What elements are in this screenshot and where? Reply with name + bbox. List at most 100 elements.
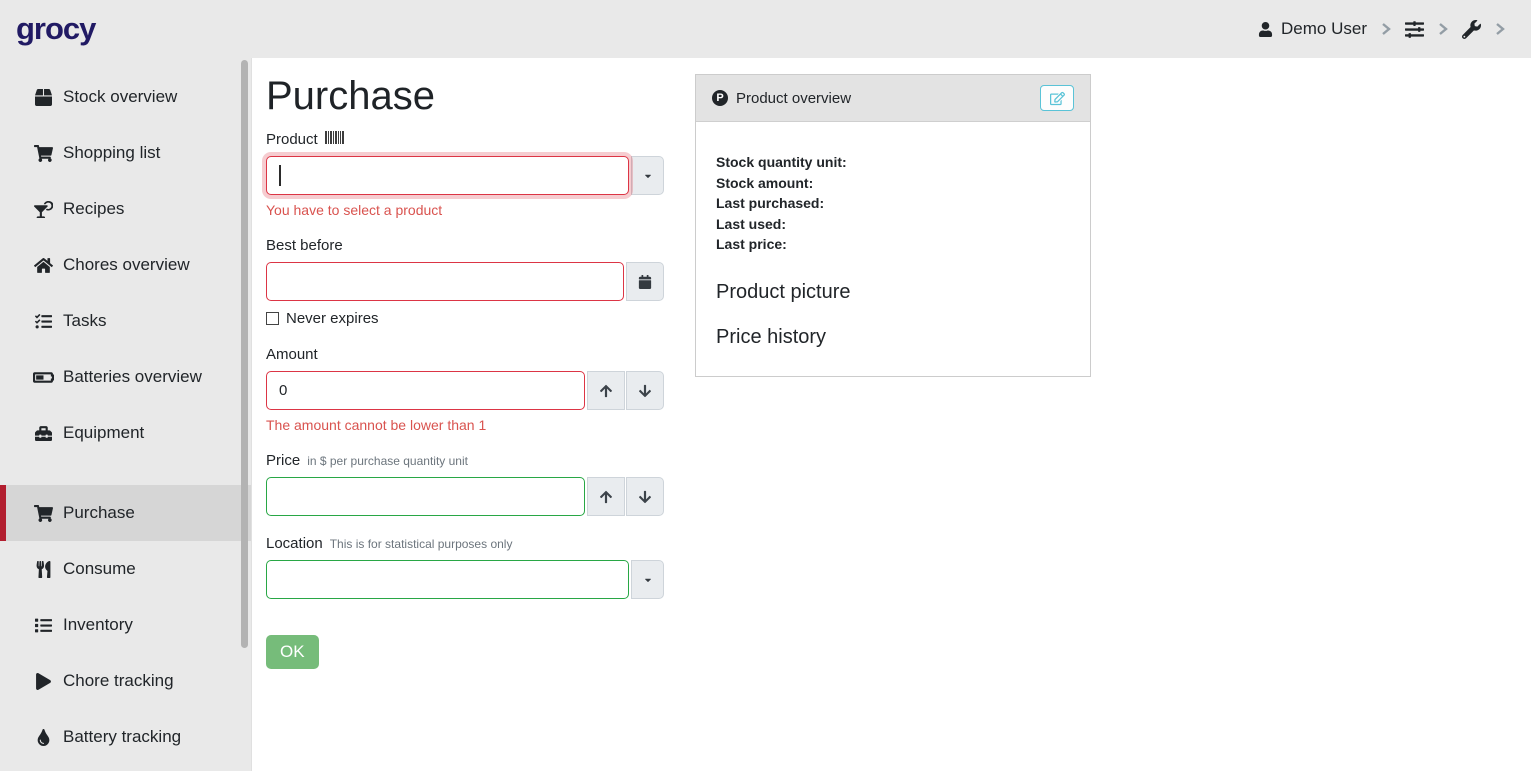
sidebar-item-label: Consume (63, 559, 136, 579)
tasks-icon (32, 313, 54, 330)
sidebar-item-label: Recipes (63, 199, 124, 219)
product-label: Product (266, 131, 318, 148)
sidebar-item-shopping-list[interactable]: Shopping list (0, 125, 251, 181)
amount-decrement-button[interactable] (626, 371, 664, 410)
sidebar-item-stock-overview[interactable]: Stock overview (0, 69, 251, 125)
panel-header: P Product overview (696, 75, 1090, 122)
purchase-form: Purchase Product You have to select a pr… (266, 74, 664, 669)
droplet-icon (32, 729, 54, 746)
sidebar-item-label: Equipment (63, 423, 144, 443)
text-cursor (279, 165, 281, 186)
price-history-heading: Price history (716, 326, 1070, 349)
best-before-field-group: Best before Never expires (266, 237, 664, 327)
utensils-icon (32, 561, 54, 578)
location-hint: This is for statistical purposes only (330, 537, 513, 551)
sidebar-item-chores-overview[interactable]: Chores overview (0, 237, 251, 293)
sidebar-item-label: Battery tracking (63, 727, 181, 747)
product-input[interactable] (266, 156, 629, 195)
cocktail-icon (32, 201, 54, 218)
never-expires-label: Never expires (286, 310, 379, 327)
play-icon (32, 673, 54, 690)
sidebar: Stock overview Shopping list Recipes Cho… (0, 58, 252, 771)
user-name: Demo User (1281, 19, 1367, 39)
amount-input[interactable] (266, 371, 585, 410)
top-bar: grocy Demo User (0, 0, 1531, 58)
barcode-icon (325, 131, 345, 144)
sidebar-item-battery-tracking[interactable]: Battery tracking (0, 709, 251, 765)
price-decrement-button[interactable] (626, 477, 664, 516)
sidebar-item-label: Chore tracking (63, 671, 174, 691)
sidebar-item-label: Stock overview (63, 87, 177, 107)
sidebar-item-label: Batteries overview (63, 367, 202, 387)
amount-increment-button[interactable] (587, 371, 625, 410)
stat-last-price: Last price: (716, 234, 1070, 255)
admin-menu[interactable] (1462, 20, 1481, 39)
location-select[interactable] (266, 560, 629, 599)
best-before-input[interactable] (266, 262, 624, 301)
price-input[interactable] (266, 477, 585, 516)
product-stats: Stock quantity unit: Stock amount: Last … (716, 152, 1070, 255)
product-picture-heading: Product picture (716, 281, 1070, 304)
location-dropdown-button[interactable] (631, 560, 664, 599)
toolbox-icon (32, 425, 54, 442)
wrench-icon (1462, 20, 1481, 39)
sidebar-item-recipes[interactable]: Recipes (0, 181, 251, 237)
chevron-right-icon[interactable] (1438, 22, 1448, 36)
page-title: Purchase (266, 74, 664, 118)
chevron-right-icon[interactable] (1381, 22, 1391, 36)
sidebar-item-equipment[interactable]: Equipment (0, 405, 251, 461)
cart-icon (32, 145, 54, 162)
price-hint: in $ per purchase quantity unit (307, 454, 468, 468)
panel-title: Product overview (736, 90, 851, 107)
stat-stock-amount: Stock amount: (716, 173, 1070, 194)
stat-stock-quantity-unit: Stock quantity unit: (716, 152, 1070, 173)
battery-icon (32, 369, 54, 386)
top-bar-menu: Demo User (1258, 19, 1505, 39)
sidebar-item-batteries-overview[interactable]: Batteries overview (0, 349, 251, 405)
amount-field-group: Amount The amount cannot be lower than 1 (266, 346, 664, 433)
ok-button[interactable]: OK (266, 635, 319, 669)
cart-icon (32, 505, 54, 522)
product-overview-panel: P Product overview Stock quantity unit: … (695, 74, 1091, 377)
sidebar-item-chore-tracking[interactable]: Chore tracking (0, 653, 251, 709)
sidebar-item-label: Tasks (63, 311, 106, 331)
product-circle-icon: P (712, 90, 728, 106)
amount-label: Amount (266, 346, 318, 363)
box-icon (32, 89, 54, 106)
price-label: Price (266, 452, 300, 469)
sidebar-item-label: Shopping list (63, 143, 160, 163)
sidebar-item-label: Chores overview (63, 255, 190, 275)
product-dropdown-button[interactable] (631, 156, 664, 195)
sidebar-scrollbar[interactable] (241, 60, 248, 648)
sidebar-item-label: Inventory (63, 615, 133, 635)
never-expires-row: Never expires (266, 310, 664, 327)
product-field-group: Product You have to select a product (266, 131, 664, 218)
panel-body: Stock quantity unit: Stock amount: Last … (696, 122, 1090, 376)
list-icon (32, 617, 54, 634)
sidebar-item-label: Purchase (63, 503, 135, 523)
price-field-group: Price in $ per purchase quantity unit (266, 452, 664, 516)
stat-last-purchased: Last purchased: (716, 193, 1070, 214)
edit-product-button[interactable] (1040, 85, 1074, 111)
chevron-right-icon[interactable] (1495, 22, 1505, 36)
amount-error: The amount cannot be lower than 1 (266, 417, 664, 433)
home-icon (32, 257, 54, 274)
product-error: You have to select a product (266, 202, 664, 218)
never-expires-checkbox[interactable] (266, 312, 279, 325)
stat-last-used: Last used: (716, 214, 1070, 235)
settings-menu[interactable] (1405, 20, 1424, 39)
location-label: Location (266, 535, 323, 552)
price-increment-button[interactable] (587, 477, 625, 516)
sidebar-item-consume[interactable]: Consume (0, 541, 251, 597)
location-field-group: Location This is for statistical purpose… (266, 535, 664, 599)
sidebar-item-inventory[interactable]: Inventory (0, 597, 251, 653)
sidebar-item-tasks[interactable]: Tasks (0, 293, 251, 349)
user-icon (1258, 22, 1273, 37)
calendar-button[interactable] (626, 262, 664, 301)
user-menu[interactable]: Demo User (1258, 19, 1367, 39)
sidebar-item-purchase[interactable]: Purchase (0, 485, 251, 541)
best-before-label: Best before (266, 237, 343, 254)
main-content: Purchase Product You have to select a pr… (253, 58, 1531, 771)
app-logo[interactable]: grocy (16, 11, 95, 47)
sliders-icon (1405, 20, 1424, 39)
